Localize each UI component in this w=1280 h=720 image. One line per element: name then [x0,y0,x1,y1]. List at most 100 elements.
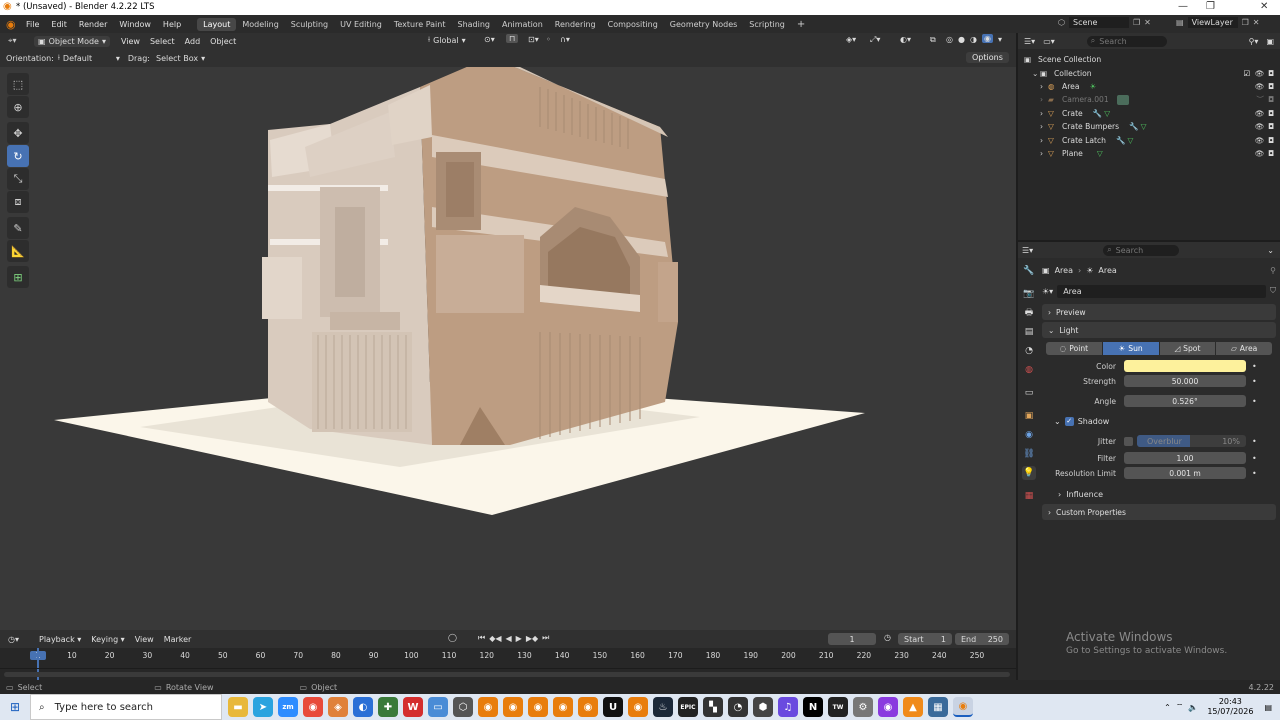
material-shading-icon[interactable]: ◑ [970,35,977,44]
render-tab-icon[interactable]: 📷 [1022,287,1036,301]
delete-viewlayer-icon[interactable]: ✕ [1253,18,1260,27]
blender-taskbar-icon-3[interactable]: ◉ [528,697,548,717]
measure-tool-icon[interactable]: 📐 [7,240,29,262]
brave-icon[interactable]: ◈ [328,697,348,717]
checkbox-icon[interactable]: ☑ [1244,69,1251,78]
preview-panel-header[interactable]: › Preview [1042,304,1276,320]
tab-layout[interactable]: Layout [197,17,237,31]
properties-search-input[interactable]: ⌕ Search [1103,244,1180,256]
tab-geometry-nodes[interactable]: Geometry Nodes [664,18,743,31]
view-menu[interactable]: View [116,37,145,46]
jitter-checkbox[interactable] [1124,436,1133,446]
pivot-icon[interactable]: ⊙▾ [484,35,495,44]
outliner-search-input[interactable]: ⌕ Search [1086,35,1167,47]
play-reverse-icon[interactable]: ◀ [506,634,512,643]
blender-taskbar-icon-2[interactable]: ◉ [503,697,523,717]
headset-icon[interactable]: ♫ [778,697,798,717]
chevron-right-icon[interactable]: › [1040,95,1048,104]
chevron-right-icon[interactable]: › [1040,136,1048,145]
unity-icon[interactable]: ⬡ [453,697,473,717]
collection-tab-icon[interactable]: ▭ [1022,386,1036,400]
start-frame-field[interactable]: Start 1 [898,633,952,645]
blender-menu-icon[interactable]: ◉ [6,18,20,31]
next-key-icon[interactable]: ▶◆ [526,634,538,643]
keying-menu[interactable]: Keying ▾ [86,635,129,644]
3d-viewport[interactable]: ⬚ ⊕ ✥ ↻ ⤡ ⧈ ✎ 📐 ⊞ [0,67,1016,630]
annotate-tool-icon[interactable]: ✎ [7,217,29,239]
tool-tab-icon[interactable]: 🔧 [1022,264,1036,278]
snap-icon[interactable]: ⊓ [506,34,519,43]
chevron-right-icon[interactable]: › [1040,109,1048,118]
camera-render-icon[interactable]: ◘ [1268,136,1274,145]
texture-tab-icon[interactable]: ▦ [1022,489,1036,503]
cursor-tool-icon[interactable]: ⊕ [7,96,29,118]
camera-render-icon[interactable]: ◘ [1268,122,1274,131]
timeline-view-menu[interactable]: View [130,635,159,644]
eye-hidden-icon[interactable]: ︶ [1256,94,1264,105]
menu-window[interactable]: Window [113,20,157,29]
eye-icon[interactable]: 👁 [1254,136,1264,145]
camera-render-icon[interactable]: ◘ [1268,149,1274,158]
outliner-item-area[interactable]: › ◍ Area ☀ 👁 ◘ [1024,80,1280,93]
eye-icon[interactable]: 👁 [1254,122,1264,131]
properties-editor-icon[interactable]: ☰▾ [1022,246,1033,255]
menu-file[interactable]: File [20,20,45,29]
solid-shading-icon[interactable]: ● [958,35,965,44]
app-icon-3[interactable]: ◔ [728,697,748,717]
resolution-field[interactable]: 0.001 m [1124,467,1246,479]
shading-options-icon[interactable]: ▾ [998,35,1002,44]
tab-shading[interactable]: Shading [451,18,496,31]
rendered-shading-icon[interactable]: ◉ [982,34,993,43]
transform-orientation-dropdown[interactable]: ⟊ Global ▾ [428,35,466,45]
current-frame-field[interactable]: 1 [828,633,876,645]
file-explorer-icon[interactable]: ▬ [228,697,248,717]
tray-chevron-icon[interactable]: ⌃ [1164,703,1171,712]
pin-icon[interactable]: ⚲ [1270,266,1276,275]
jump-end-icon[interactable]: ⏭ [542,633,549,643]
blender-taskbar-icon[interactable]: ◉ [478,697,498,717]
timeline-scrollbar[interactable] [4,672,1010,677]
select-menu[interactable]: Select [145,37,180,46]
eye-icon[interactable]: 👁 [1254,109,1264,118]
filter-icon[interactable]: ⚲▾ [1249,37,1259,46]
epic-games-icon[interactable]: EPIC [678,697,698,717]
transform-tool-icon[interactable]: ⧈ [7,191,29,213]
blender-taskbar-icon-4[interactable]: ◉ [553,697,573,717]
delete-scene-icon[interactable]: ✕ [1144,18,1151,27]
light-data-tab-icon[interactable]: 💡 [1022,466,1036,480]
color-swatch[interactable] [1124,360,1246,372]
app-icon-5[interactable]: ⚙ [853,697,873,717]
steam-icon[interactable]: ♨ [653,697,673,717]
edge-icon[interactable]: ◐ [353,697,373,717]
tab-modeling[interactable]: Modeling [236,18,284,31]
camera-render-icon[interactable]: ◘ [1268,95,1274,104]
object-menu[interactable]: Object [205,37,241,46]
notion-icon[interactable]: N [803,697,823,717]
tab-texture-paint[interactable]: Texture Paint [388,18,452,31]
unreal-icon[interactable]: U [603,697,623,717]
outliner-item-plane[interactable]: › ▽ Plane ▽ 👁 ◘ [1024,147,1280,160]
light-type-area[interactable]: ▱ Area [1216,342,1272,355]
viewlayer-name[interactable]: ViewLayer [1187,17,1238,28]
windows-start-icon[interactable]: ⊞ [0,700,30,714]
view-layer-tab-icon[interactable]: ▤ [1022,325,1036,339]
editor-type-icon[interactable]: ⌖▾ [8,36,30,46]
blender-active-taskbar-icon[interactable]: ◉ [953,697,973,717]
world-tab-icon[interactable]: ◍ [1022,363,1036,377]
wireframe-shading-icon[interactable]: ◎ [946,35,953,44]
animate-dot-icon[interactable]: • [1252,469,1257,478]
chevron-down-icon[interactable]: ⌄ [1032,69,1040,78]
new-viewlayer-icon[interactable]: ❐ [1242,18,1249,27]
add-menu[interactable]: Add [180,37,206,46]
move-tool-icon[interactable]: ✥ [7,122,29,144]
network-icon[interactable]: ⌔ [1176,702,1184,712]
drag-dropdown[interactable]: Select Box ▾ [156,54,205,63]
animate-dot-icon[interactable]: • [1252,437,1257,446]
viewlayer-selector[interactable]: ▤ ViewLayer ❐ ✕ [1176,17,1259,28]
add-cube-tool-icon[interactable]: ⊞ [7,266,29,288]
eye-icon[interactable]: 👁 [1254,69,1264,78]
chevron-right-icon[interactable]: › [1040,122,1048,131]
taskbar-search-input[interactable]: ⌕ Type here to search [30,694,222,720]
light-name-field[interactable]: Area [1057,284,1266,298]
custom-properties-header[interactable]: › Custom Properties [1042,504,1276,520]
